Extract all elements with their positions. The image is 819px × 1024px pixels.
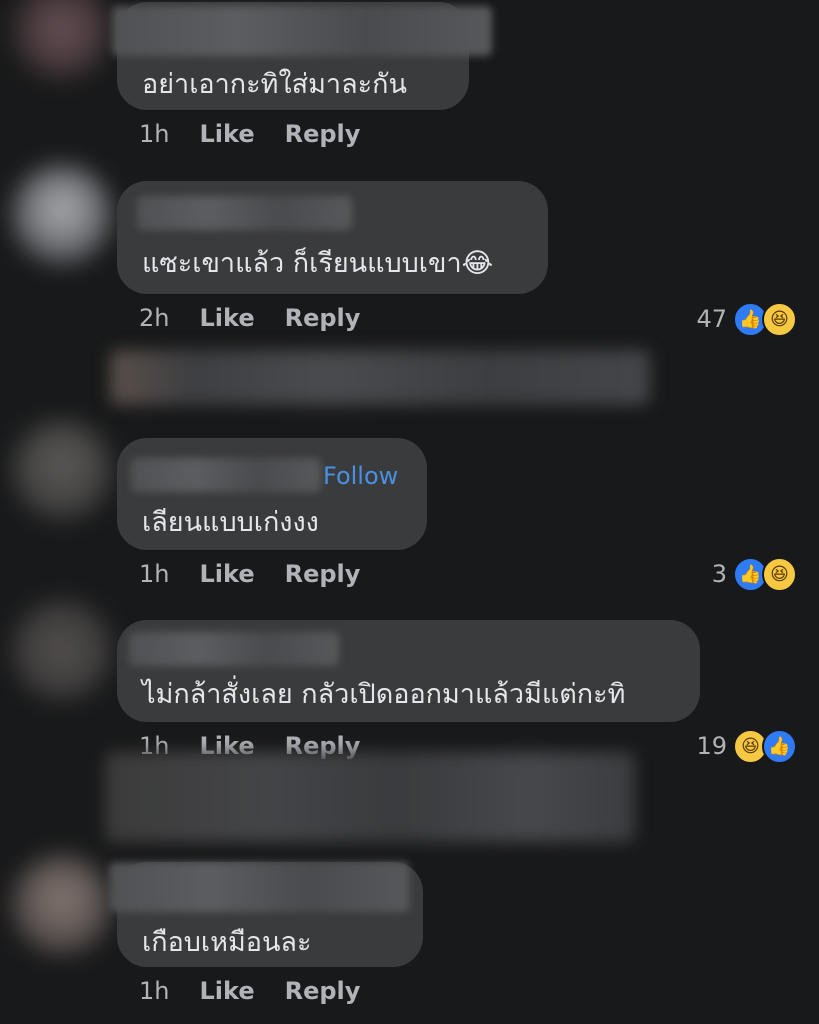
commenter-name[interactable]	[109, 862, 409, 912]
comment-text: เกือบเหมือนละ	[142, 927, 312, 958]
comment-actions: 1h Like Reply	[139, 977, 390, 1005]
comment-time[interactable]: 1h	[139, 120, 169, 148]
reply-button[interactable]: Reply	[285, 304, 361, 332]
reaction-count: 3	[711, 560, 727, 588]
blurred-comment	[105, 752, 635, 842]
comment-text: เลียนแบบเก่งงง	[142, 507, 319, 538]
comment-time[interactable]: 2h	[139, 304, 169, 332]
avatar[interactable]	[12, 420, 112, 520]
comment-actions: 2h Like Reply	[139, 304, 390, 332]
reaction-summary[interactable]: 47 👍 😆	[696, 301, 797, 337]
commenter-name[interactable]	[137, 196, 352, 230]
commenter-name[interactable]	[129, 632, 339, 666]
like-icon: 👍	[762, 728, 797, 764]
comment-bubble: เกือบเหมือนละ	[109, 862, 423, 967]
commenter-name[interactable]	[112, 6, 492, 56]
reaction-count: 47	[696, 305, 727, 333]
haha-icon: 😆	[762, 301, 797, 337]
blurred-comment	[110, 350, 650, 405]
comment-text: แซะเขาแล้ว ก็เรียนแบบเขา😂	[142, 248, 494, 279]
like-button[interactable]: Like	[199, 304, 254, 332]
avatar[interactable]	[12, 855, 112, 955]
like-button[interactable]: Like	[199, 977, 254, 1005]
reaction-count: 19	[696, 732, 727, 760]
reply-button[interactable]: Reply	[285, 120, 361, 148]
comment-bubble: Follow เลียนแบบเก่งงง	[117, 438, 427, 550]
avatar[interactable]	[12, 165, 112, 265]
commenter-name[interactable]	[131, 458, 321, 492]
comment-actions: 1h Like Reply	[139, 120, 390, 148]
comment-bubble: แซะเขาแล้ว ก็เรียนแบบเขา😂	[117, 181, 548, 294]
comment-bubble: ไม่กล้าสั่งเลย กลัวเปิดออกมาแล้วมีแต่กะท…	[117, 620, 700, 722]
comment-text: อย่าเอากะทิใส่มาละกัน	[142, 69, 407, 100]
reply-button[interactable]: Reply	[285, 977, 361, 1005]
reaction-summary[interactable]: 3 👍 😆	[711, 556, 797, 592]
reply-button[interactable]: Reply	[285, 560, 361, 588]
comment-time[interactable]: 1h	[139, 977, 169, 1005]
comment-actions: 1h Like Reply	[139, 560, 390, 588]
comment-bubble: อย่าเอากะทิใส่มาละกัน	[112, 2, 492, 110]
tears-of-joy-emoji: 😂	[461, 248, 494, 279]
avatar[interactable]	[12, 0, 112, 80]
haha-icon: 😆	[762, 556, 797, 592]
like-button[interactable]: Like	[199, 120, 254, 148]
comment-time[interactable]: 1h	[139, 560, 169, 588]
avatar[interactable]	[12, 600, 112, 700]
follow-button[interactable]: Follow	[323, 462, 398, 490]
reaction-summary[interactable]: 19 😆 👍	[696, 728, 797, 764]
like-button[interactable]: Like	[199, 560, 254, 588]
comment-text: ไม่กล้าสั่งเลย กลัวเปิดออกมาแล้วมีแต่กะท…	[142, 679, 626, 710]
